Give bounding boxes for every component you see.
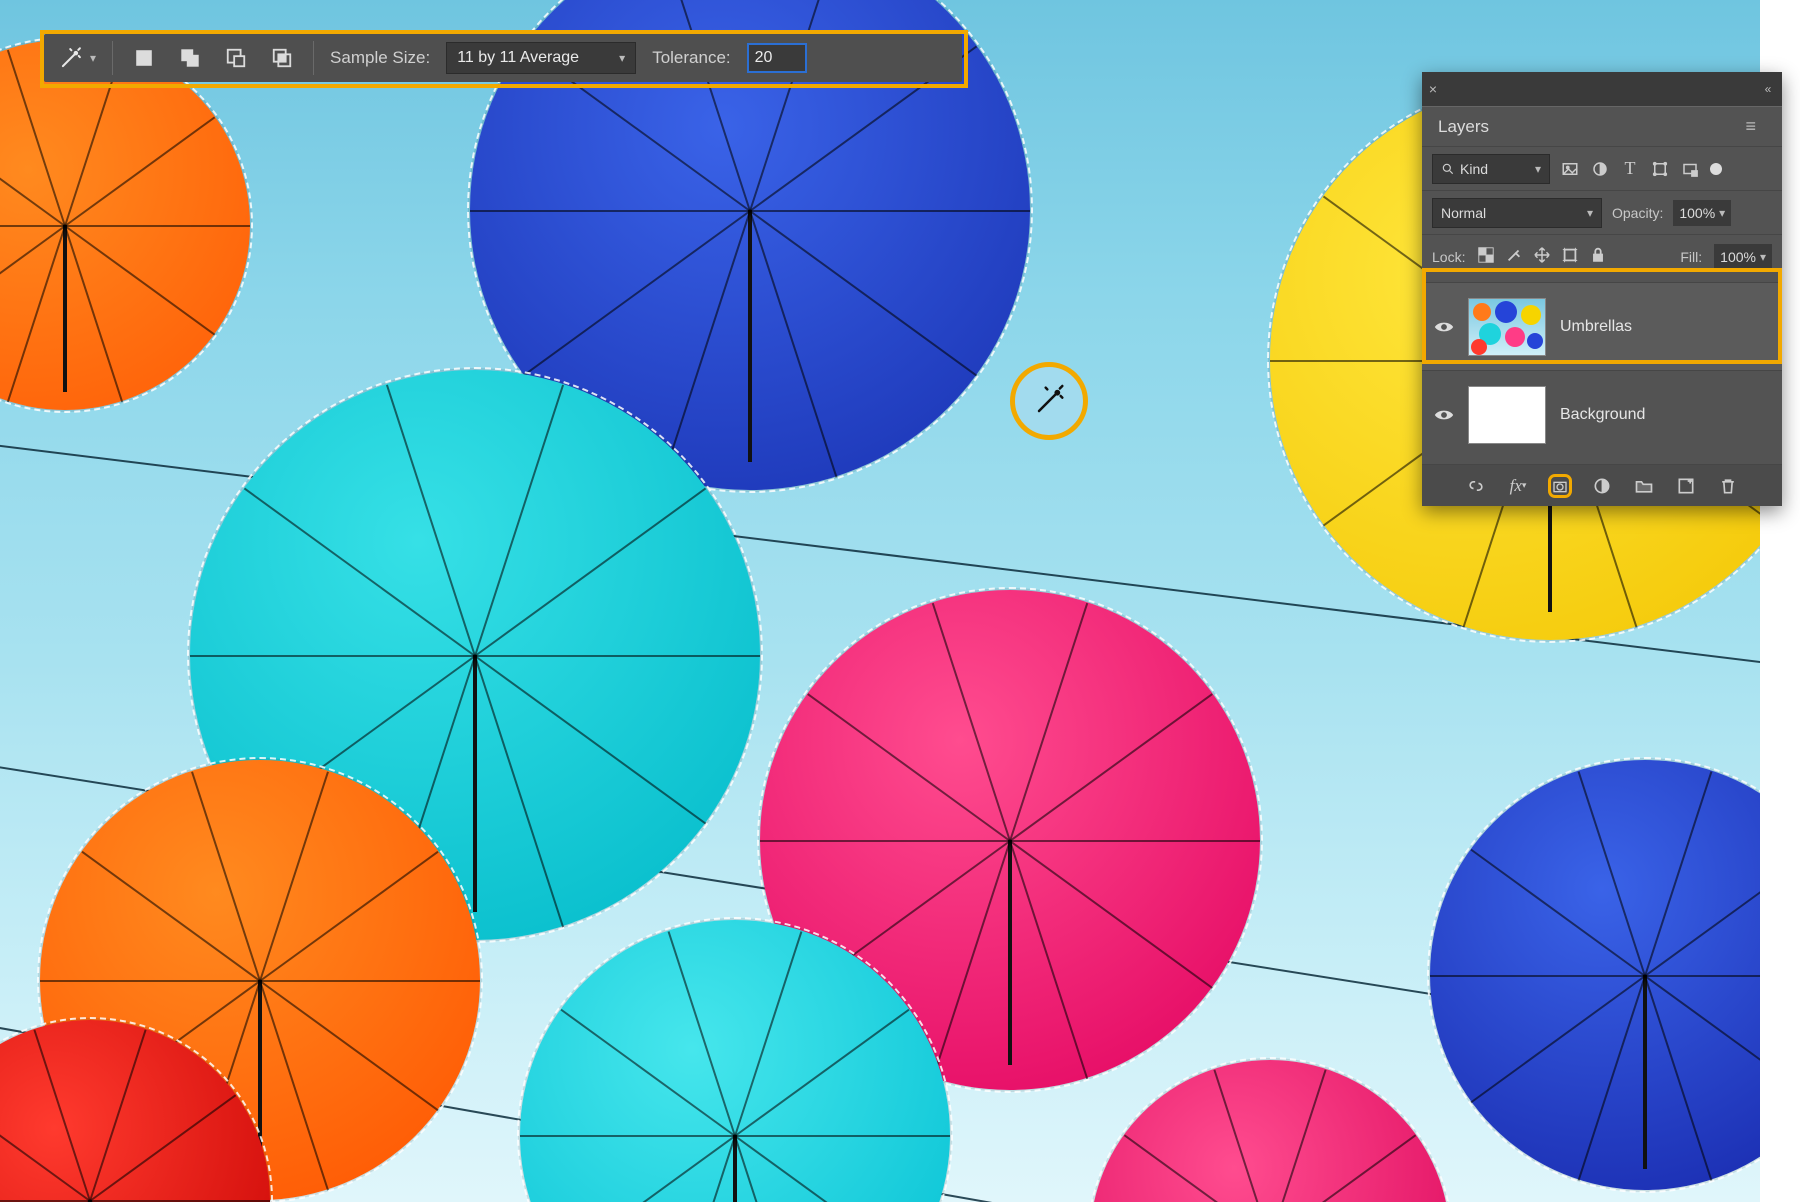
layers-tab[interactable]: Layers ≡	[1422, 106, 1782, 146]
sample-size-select[interactable]: 11 by 11 Average ▾	[446, 42, 636, 74]
layers-list: Umbrellas Background	[1422, 278, 1782, 464]
add-mask-button[interactable]	[1548, 474, 1572, 498]
intersect-selection-button[interactable]	[267, 43, 297, 73]
chevron-down-icon: ▾	[1719, 206, 1725, 220]
layers-panel-footer: fx▾	[1422, 464, 1782, 506]
tolerance-input[interactable]	[747, 43, 807, 73]
filter-type-icon[interactable]: T	[1620, 159, 1640, 179]
add-to-selection-icon	[179, 47, 201, 69]
opacity-value: 100%	[1679, 205, 1715, 221]
lock-all-icon[interactable]	[1589, 246, 1607, 268]
separator	[112, 41, 113, 75]
magic-wand-cursor-callout	[1010, 362, 1088, 440]
new-layer-button[interactable]	[1674, 474, 1698, 498]
opacity-input[interactable]: 100% ▾	[1673, 200, 1731, 226]
close-icon[interactable]: ×	[1422, 81, 1444, 97]
umbrella-orange-1	[0, 40, 250, 410]
options-bar: ▾ Sample Size: 11 by 11 Average ▾ Tolera…	[44, 34, 962, 82]
layer-name: Umbrellas	[1560, 318, 1632, 336]
umbrella-pink-2	[1090, 1060, 1450, 1202]
lock-pixels-icon[interactable]	[1505, 246, 1523, 268]
fill-label: Fill:	[1680, 249, 1702, 265]
lock-label: Lock:	[1432, 249, 1465, 265]
filter-shape-icon[interactable]	[1650, 159, 1670, 179]
layer-filter-icons: T	[1560, 159, 1722, 179]
add-to-selection-button[interactable]	[175, 43, 205, 73]
filter-toggle-dot[interactable]	[1710, 163, 1722, 175]
chevron-down-icon: ▾	[1535, 162, 1541, 176]
lock-transparent-icon[interactable]	[1477, 246, 1495, 268]
collapse-icon[interactable]: «	[1754, 82, 1782, 96]
blend-opacity-row: Normal ▾ Opacity: 100% ▾	[1422, 190, 1782, 234]
subtract-from-selection-icon	[225, 47, 247, 69]
lock-artboard-icon[interactable]	[1561, 246, 1579, 268]
layer-row-umbrellas[interactable]: Umbrellas	[1422, 282, 1782, 370]
filter-adjustment-icon[interactable]	[1590, 159, 1610, 179]
magic-wand-icon	[1029, 381, 1069, 421]
new-selection-button[interactable]	[129, 43, 159, 73]
lock-icons	[1477, 246, 1607, 268]
magic-wand-icon	[58, 45, 84, 71]
fill-value: 100%	[1720, 249, 1756, 265]
link-layers-button[interactable]	[1464, 474, 1488, 498]
new-group-button[interactable]	[1632, 474, 1656, 498]
lock-fill-row: Lock: Fill: 100% ▾	[1422, 234, 1782, 278]
separator	[313, 41, 314, 75]
panel-titlebar[interactable]: × «	[1422, 72, 1782, 106]
layers-tab-label: Layers	[1438, 117, 1489, 137]
opacity-label: Opacity:	[1612, 205, 1663, 221]
panel-menu-icon[interactable]: ≡	[1745, 116, 1766, 137]
umbrella-blue-2	[1430, 760, 1760, 1190]
visibility-toggle[interactable]	[1434, 407, 1454, 423]
layer-row-background[interactable]: Background	[1422, 370, 1782, 458]
subtract-from-selection-button[interactable]	[221, 43, 251, 73]
layer-filter-row: Kind ▾ T	[1422, 146, 1782, 190]
lock-position-icon[interactable]	[1533, 246, 1551, 268]
sample-size-label: Sample Size:	[330, 48, 430, 68]
new-selection-icon	[133, 47, 155, 69]
fill-input[interactable]: 100% ▾	[1714, 244, 1772, 270]
layer-thumbnail	[1468, 298, 1546, 356]
search-icon	[1441, 162, 1455, 176]
new-adjustment-layer-button[interactable]	[1590, 474, 1614, 498]
intersect-selection-icon	[271, 47, 293, 69]
filter-smartobject-icon[interactable]	[1680, 159, 1700, 179]
layer-thumbnail	[1468, 386, 1546, 444]
layer-filter-kind-select[interactable]: Kind ▾	[1432, 154, 1550, 184]
blend-mode-select[interactable]: Normal ▾	[1432, 198, 1602, 228]
layer-name: Background	[1560, 406, 1645, 424]
chevron-down-icon: ▾	[90, 51, 96, 65]
tool-preset-picker[interactable]: ▾	[58, 45, 96, 71]
sample-size-value: 11 by 11 Average	[457, 49, 579, 67]
chevron-down-icon: ▾	[1587, 206, 1593, 220]
layer-fx-button[interactable]: fx▾	[1506, 474, 1530, 498]
visibility-toggle[interactable]	[1434, 319, 1454, 335]
layers-panel: × « Layers ≡ Kind ▾ T Normal ▾ Opacity	[1422, 72, 1782, 506]
umbrella-red-1	[0, 1020, 270, 1202]
chevron-down-icon: ▾	[619, 51, 625, 65]
blend-mode-value: Normal	[1441, 205, 1486, 221]
chevron-down-icon: ▾	[1760, 250, 1766, 264]
tolerance-label: Tolerance:	[652, 48, 730, 68]
filter-image-icon[interactable]	[1560, 159, 1580, 179]
umbrella-cyan-2	[520, 920, 950, 1202]
delete-layer-button[interactable]	[1716, 474, 1740, 498]
layer-filter-kind-label: Kind	[1460, 161, 1488, 177]
